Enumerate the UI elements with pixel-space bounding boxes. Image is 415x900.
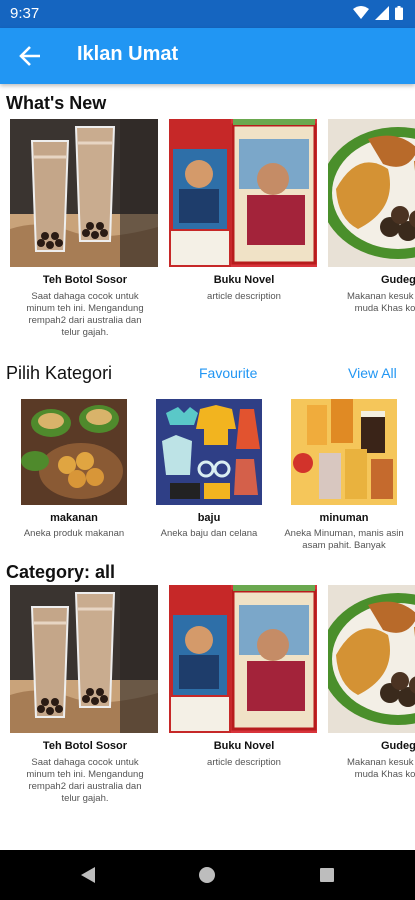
category-list[interactable]: makanan Aneka produk makanan baju Aneka … [0,399,415,559]
product-card[interactable]: Gudeg J Makanan kesuk orang, tua muda Kh… [328,585,415,781]
system-nav-bar [0,850,415,900]
product-image-novel [169,585,317,733]
signal-icon [375,6,389,20]
product-card[interactable]: Gudeg J Makanan kesuk orang, tua muda Kh… [328,119,415,315]
product-image-teh [10,119,158,267]
product-description: article description [207,291,281,302]
category-all-list[interactable]: Teh Botol Sosor Saat dahaga cocok untuk … [0,585,415,825]
pilih-kategori-title: Pilih Kategori [6,363,113,383]
app-title: Iklan Umat [77,43,179,65]
product-name: Gudeg J [380,274,415,286]
product-image-novel [169,119,317,267]
product-description: Makanan kesuk orang, tua muda Khas kota … [347,291,415,314]
nav-back-icon[interactable] [80,867,96,883]
status-bar: 9:37 [0,0,415,28]
whats-new-list[interactable]: Teh Botol Sosor Saat dahaga cocok untuk … [0,119,415,344]
product-name: Buku Novel [213,274,275,286]
whats-new-title: What's New [6,93,107,113]
product-card[interactable]: Teh Botol Sosor Saat dahaga cocok untuk … [10,119,160,339]
product-name: Buku Novel [213,740,275,752]
category-description: Aneka baju dan celana [160,528,258,539]
product-description: Saat dahaga cocok untuk minum teh ini. M… [26,757,144,804]
product-name: Teh Botol Sosor [42,740,128,752]
category-image-minuman [291,399,397,505]
category-item-minuman[interactable]: minuman Aneka Minuman, manis asin asam p… [279,399,409,552]
wifi-icon [353,6,369,19]
product-card[interactable]: Teh Botol Sosor Saat dahaga cocok untuk … [10,585,160,805]
product-description: Saat dahaga cocok untuk minum teh ini. M… [26,291,144,338]
category-description: Aneka Minuman, manis asin asam pahit. Ba… [284,528,404,551]
nav-home-icon[interactable] [199,867,215,883]
category-name: makanan [50,512,98,524]
product-image-gudeg [328,119,415,267]
product-description: article description [207,757,281,768]
product-description: Makanan kesuk orang, tua muda Khas kota … [347,757,415,780]
category-item-baju[interactable]: baju Aneka baju dan celana [144,399,274,540]
category-image-baju [156,399,262,505]
view-all-link[interactable]: View All [348,365,397,381]
status-icons [353,6,403,20]
app-bar: Iklan Umat [0,28,415,84]
back-arrow-icon[interactable] [14,42,46,70]
product-name: Teh Botol Sosor [42,274,128,286]
product-card[interactable]: Buku Novel article description [169,119,319,303]
status-time: 9:37 [10,5,40,22]
favourite-link[interactable]: Favourite [199,365,257,381]
category-item-makanan[interactable]: makanan Aneka produk makanan [9,399,139,540]
battery-icon [395,6,403,20]
category-all-title: Category: all [6,562,116,582]
category-name: baju [197,512,221,524]
category-image-makanan [21,399,127,505]
product-image-gudeg [328,585,415,733]
product-image-teh [10,585,158,733]
category-name: minuman [319,512,369,524]
category-description: Aneka produk makanan [23,528,125,539]
product-name: Gudeg J [380,740,415,752]
nav-recents-icon[interactable] [319,867,335,883]
product-card[interactable]: Buku Novel article description [169,585,319,769]
